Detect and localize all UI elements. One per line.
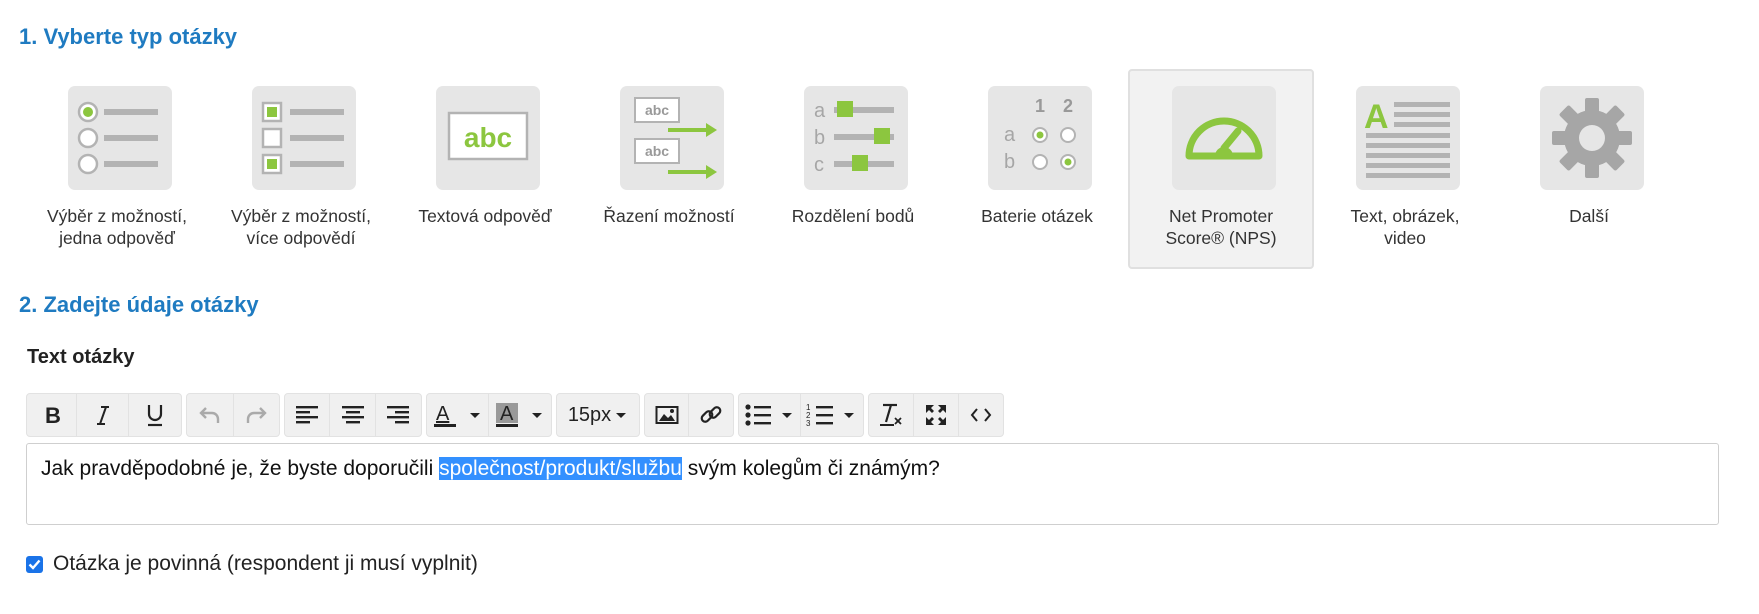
align-right-icon <box>387 406 410 424</box>
align-left-button[interactable] <box>285 394 331 436</box>
type-label: Rozdělení bodů <box>791 206 915 226</box>
format-group: B <box>26 393 182 437</box>
ranking-arrows-icon: abc abc <box>620 86 724 190</box>
type-more[interactable]: Další <box>1496 69 1682 269</box>
type-ranking[interactable]: abc abc Řazení možností <box>576 69 762 269</box>
text-color-button[interactable]: A <box>427 394 490 436</box>
text-box-icon: abc <box>436 86 540 190</box>
step1-title: 1. Vyberte typ otázky <box>19 24 238 49</box>
abc-text: abc <box>645 143 669 159</box>
step2-title: 2. Zadejte údaje otázky <box>19 292 259 317</box>
svg-text:3: 3 <box>806 419 811 427</box>
svg-text:b: b <box>1004 151 1015 173</box>
text-color-icon: A <box>433 403 480 427</box>
abc-text: abc <box>645 102 669 118</box>
type-label: Text, obrázek, video <box>1350 206 1460 248</box>
clear-formatting-button[interactable] <box>869 394 914 436</box>
type-label: Baterie otázek <box>981 206 1093 226</box>
color-group: A A <box>426 393 552 437</box>
required-row: Otázka je povinná (respondent ji musí vy… <box>26 552 478 576</box>
italic-button[interactable] <box>77 394 129 436</box>
checkbox-list-icon <box>252 86 356 190</box>
type-label: Řazení možností <box>603 206 735 226</box>
svg-text:A: A <box>436 403 450 425</box>
radio-list-icon <box>68 86 172 190</box>
abc-text: abc <box>464 122 512 153</box>
chevron-down-icon <box>616 413 627 418</box>
type-matrix[interactable]: 1 2 a b Baterie otázek <box>944 69 1130 269</box>
insert-image-button[interactable] <box>645 394 690 436</box>
align-right-button[interactable] <box>376 394 421 436</box>
editor-selected-text: společnost/produkt/službu <box>439 457 682 480</box>
type-single-choice[interactable]: Výběr z možností, jedna odpověď <box>24 69 210 269</box>
redo-icon <box>247 407 267 423</box>
type-label: Net Promoter Score® (NPS) <box>1165 206 1277 248</box>
type-text-answer[interactable]: abc Textová odpověď <box>392 69 578 269</box>
text-image-icon: A <box>1356 86 1460 190</box>
undo-button[interactable] <box>187 394 234 436</box>
insert-group <box>644 393 734 437</box>
type-point-distribution[interactable]: a b c Rozdělení bodů <box>760 69 946 269</box>
fullscreen-button[interactable] <box>914 394 959 436</box>
svg-text:b: b <box>814 127 825 149</box>
history-group <box>186 393 280 437</box>
svg-text:c: c <box>814 154 824 176</box>
font-size-dropdown[interactable]: 15px <box>557 394 639 436</box>
type-label: Další <box>1569 206 1609 226</box>
type-label: Výběr z možností, jedna odpověď <box>46 206 188 248</box>
svg-text:B: B <box>45 404 61 426</box>
type-label: Textová odpověď <box>418 206 552 226</box>
editor-text: svým kolegům či známým? <box>681 457 940 480</box>
numbered-list-button[interactable]: 123 <box>801 394 863 436</box>
bold-button[interactable]: B <box>27 394 77 436</box>
list-group: 123 <box>738 393 864 437</box>
gauge-icon <box>1172 86 1276 190</box>
question-type-picker: Výběr z možností, jedna odpověď Výběr z … <box>24 69 1674 269</box>
svg-text:a: a <box>1004 124 1016 146</box>
align-left-icon <box>296 406 319 424</box>
font-size-value: 15px <box>567 403 612 426</box>
type-multiple-choice[interactable]: Výběr z možností, více odpovědí <box>208 69 394 269</box>
bullet-list-icon <box>744 404 792 426</box>
question-text-label: Text otázky <box>27 346 135 368</box>
clear-formatting-icon <box>880 403 902 426</box>
background-color-button[interactable]: A <box>489 394 551 436</box>
align-center-icon <box>341 406 364 424</box>
align-center-button[interactable] <box>330 394 376 436</box>
required-checkbox[interactable] <box>26 555 43 573</box>
redo-button[interactable] <box>234 394 280 436</box>
gear-icon <box>1540 86 1644 190</box>
italic-icon <box>96 406 109 425</box>
editor-text: Jak pravděpodobné je, že byste doporučil… <box>41 457 440 480</box>
numbered-list-icon: 123 <box>806 403 854 427</box>
underline-button[interactable] <box>129 394 181 436</box>
underline-icon <box>147 405 163 427</box>
required-label[interactable]: Otázka je povinná (respondent ji musí vy… <box>53 552 478 576</box>
svg-text:1: 1 <box>1035 96 1045 116</box>
svg-text:2: 2 <box>1063 96 1073 116</box>
bold-icon: B <box>45 404 61 426</box>
checkmark-icon <box>28 559 41 570</box>
type-text-image-video[interactable]: A Text, obrázek, video <box>1312 69 1498 269</box>
link-icon <box>700 406 722 423</box>
svg-text:A: A <box>500 403 514 425</box>
svg-text:A: A <box>1364 98 1389 136</box>
image-icon <box>655 406 678 424</box>
code-icon <box>970 408 992 422</box>
type-label: Výběr z možností, více odpovědí <box>230 206 372 248</box>
svg-text:a: a <box>814 100 826 122</box>
insert-link-button[interactable] <box>689 394 733 436</box>
slider-points-icon: a b c <box>804 86 908 190</box>
question-text-editor[interactable]: Jak pravděpodobné je, že byste doporučil… <box>26 443 1719 525</box>
background-color-icon: A <box>496 403 542 427</box>
undo-icon <box>199 407 219 423</box>
matrix-grid-icon: 1 2 a b <box>988 86 1092 190</box>
misc-group <box>868 393 1004 437</box>
font-size-group: 15px <box>556 393 640 437</box>
source-code-button[interactable] <box>959 394 1003 436</box>
type-nps[interactable]: Net Promoter Score® (NPS) <box>1128 69 1314 269</box>
fullscreen-icon <box>926 405 946 425</box>
align-group <box>284 393 422 437</box>
bullet-list-button[interactable] <box>739 394 802 436</box>
